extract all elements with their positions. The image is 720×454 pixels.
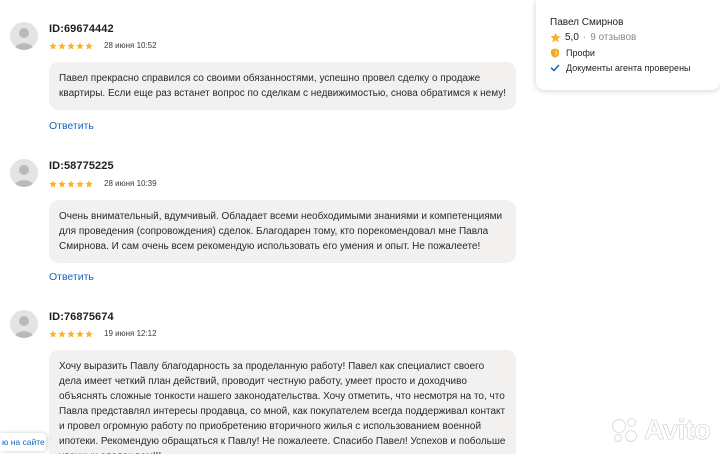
rating-stars (49, 180, 93, 188)
badge-profi: Профи (550, 48, 595, 58)
avatar (10, 22, 38, 50)
to-site-link[interactable]: ю на сайте (0, 433, 46, 451)
review-date: 28 июня 10:39 (104, 179, 157, 188)
rating-stars (49, 42, 93, 50)
review-date: 19 июня 12:12 (104, 329, 157, 338)
star-icon (49, 330, 57, 338)
checkmark-icon (550, 64, 560, 72)
reply-link[interactable]: Ответить (49, 120, 94, 132)
star-icon (76, 180, 84, 188)
star-icon (85, 180, 93, 188)
star-icon (58, 330, 66, 338)
avatar (10, 310, 38, 338)
reviewer-id: ID:58775225 (49, 160, 114, 172)
review-text: Хочу выразить Павлу благодарность за про… (59, 361, 506, 454)
avito-watermark: Avito (610, 410, 718, 450)
review-text-bubble: Хочу выразить Павлу благодарность за про… (49, 350, 516, 454)
agent-summary-card: Павел Смирнов 5,0 · 9 отзывов Профи Доку… (536, 0, 720, 90)
star-icon (49, 180, 57, 188)
star-icon (49, 42, 57, 50)
star-icon (76, 42, 84, 50)
badge-label: Профи (566, 48, 595, 58)
review-text: Очень внимательный, вдумчивый. Обладает … (59, 211, 503, 252)
badge-documents-verified: Документы агента проверены (550, 63, 691, 73)
star-icon (85, 42, 93, 50)
avatar (10, 159, 38, 187)
watermark-text: Avito (644, 414, 712, 446)
reviews-count-link[interactable]: 9 отзывов (590, 32, 636, 43)
rating-value: 5,0 (565, 32, 579, 43)
star-icon (58, 42, 66, 50)
review-text-bubble: Очень внимательный, вдумчивый. Обладает … (49, 200, 516, 263)
reviewer-id: ID:76875674 (49, 311, 114, 323)
badge-label: Документы агента проверены (566, 63, 691, 73)
star-icon (76, 330, 84, 338)
agent-name[interactable]: Павел Смирнов (550, 17, 623, 28)
shield-icon (551, 48, 559, 58)
star-icon (67, 330, 75, 338)
avito-logo-icon (610, 415, 640, 445)
separator-dot: · (582, 32, 587, 43)
review-text-bubble: Павел прекрасно справился со своими обяз… (49, 62, 516, 110)
review-text: Павел прекрасно справился со своими обяз… (59, 73, 506, 99)
review-date: 28 июня 10:52 (104, 41, 157, 50)
reviewer-id: ID:69674442 (49, 23, 114, 35)
star-icon (67, 42, 75, 50)
star-icon (85, 330, 93, 338)
agent-rating: 5,0 · 9 отзывов (550, 32, 636, 43)
rating-stars (49, 330, 93, 338)
star-icon (58, 180, 66, 188)
reply-link[interactable]: Ответить (49, 271, 94, 283)
star-icon (550, 32, 561, 43)
star-icon (67, 180, 75, 188)
